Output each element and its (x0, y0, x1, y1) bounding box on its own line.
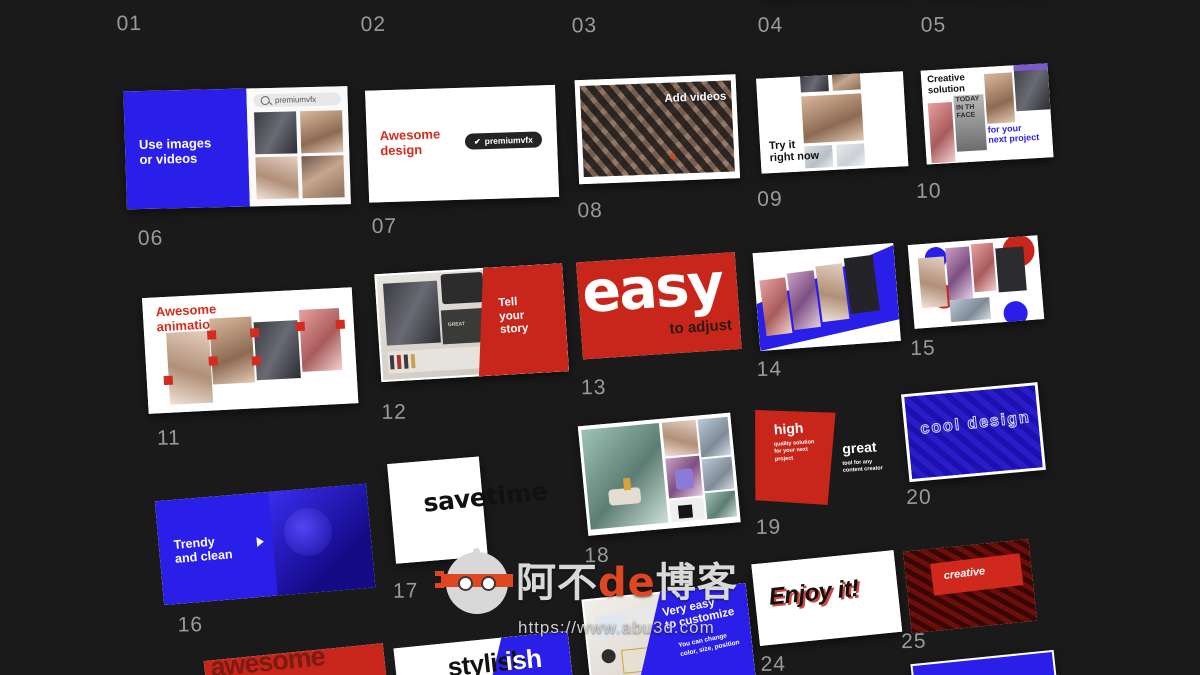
card-19-headline: high (773, 419, 804, 438)
card-10-subline: for your next project (987, 122, 1040, 145)
play-triangle-icon (256, 536, 265, 548)
card-number-06: 06 (137, 226, 164, 251)
card-09-headline: Try it right now (768, 138, 820, 165)
card-number-09: 09 (757, 187, 783, 211)
card-number-19: 19 (755, 515, 782, 539)
card-number-13: 13 (580, 375, 607, 400)
card-number-11: 11 (156, 426, 181, 450)
card-number-01: 01 (116, 11, 143, 36)
verified-badge: ✔ premiumvfx (464, 131, 543, 150)
card-number-03: 03 (571, 14, 598, 38)
card-10-headline: Creative solution (926, 72, 966, 96)
card-08-headline: Add videos (664, 90, 727, 105)
card-number-17: 17 (392, 579, 419, 603)
card-number-08: 08 (577, 198, 604, 223)
card-06-headline: Use images or videos (138, 135, 212, 167)
card-19-subline: quality solution for your next project (773, 439, 815, 463)
search-icon (260, 95, 271, 106)
card-number-15: 15 (910, 336, 936, 360)
card-number-24: 24 (760, 652, 787, 675)
search-field[interactable]: premiumvfx (253, 92, 341, 108)
card-number-04: 04 (757, 13, 784, 37)
card-number-16: 16 (177, 613, 204, 637)
search-input-value: premiumvfx (274, 94, 317, 105)
card-number-20: 20 (906, 485, 932, 509)
preview-stage: 01 02 03 04 05 Use images or videos prem… (0, 0, 1200, 675)
card-12-headline: Tell your story (498, 295, 529, 337)
card-number-07: 07 (371, 214, 398, 238)
card-16-headline: Trendy and clean (173, 534, 234, 566)
card-number-18: 18 (584, 543, 610, 568)
card-number-14: 14 (756, 357, 783, 381)
card-bottom-partial (910, 649, 1058, 675)
card-19-subline-2: tool for any content creator (842, 458, 884, 475)
check-icon: ✔ (473, 136, 481, 146)
card-number-10: 10 (915, 179, 942, 203)
card-number-25: 25 (900, 629, 927, 654)
card-10-poster-text: TODAY IN TH FACE (955, 95, 980, 120)
card-19-headline-2: great (841, 438, 877, 457)
card-21-headline: awesome (208, 643, 326, 675)
card-number-12: 12 (381, 400, 408, 424)
template-grid: 01 02 03 04 05 Use images or videos prem… (0, 0, 1200, 675)
badge-label: premiumvfx (484, 134, 534, 147)
card-number-05: 05 (920, 13, 947, 37)
card-13-headline: easy (579, 252, 725, 327)
card-07-headline: Awesome design (379, 126, 441, 158)
card-number-02: 02 (360, 12, 387, 37)
